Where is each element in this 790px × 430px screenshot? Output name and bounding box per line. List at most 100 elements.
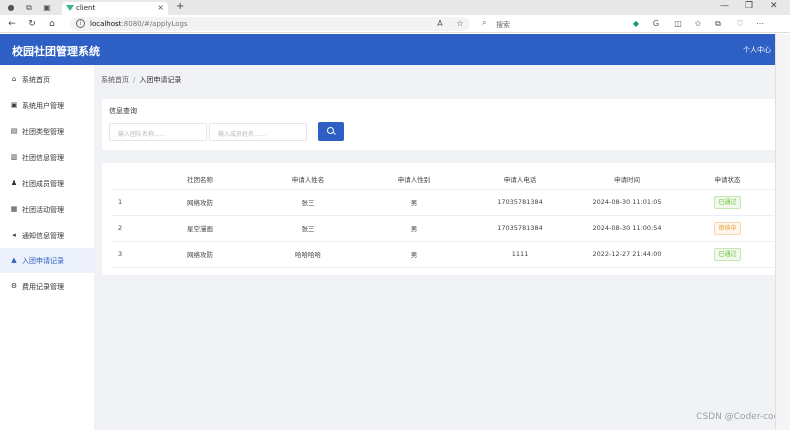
query-title: 信息查询: [109, 107, 137, 115]
collections-icon[interactable]: ⧉: [712, 18, 724, 30]
workspaces-icon[interactable]: ⧉: [24, 3, 34, 12]
home-button-icon[interactable]: ⌂: [46, 18, 58, 30]
site-info-icon[interactable]: i: [76, 19, 85, 28]
page-scrollbar[interactable]: [775, 34, 790, 430]
sidebar-item-club-types[interactable]: ▤ 社团类型管理: [0, 119, 94, 144]
sidebar-item-label: 社团类型管理: [22, 128, 64, 136]
app-header: 校园社团管理系统 个人中心: [0, 34, 775, 65]
sidebar-item-fees[interactable]: ⚙ 费用记录管理: [0, 274, 94, 299]
search-button[interactable]: [318, 122, 344, 141]
maximize-button[interactable]: ❐: [745, 1, 753, 11]
browser-tab[interactable]: client ×: [62, 2, 168, 15]
main-content: 系统首页 / 入团申请记录 信息查询 输入团队名称…… 输入成员姓名…… 社团名称 …: [94, 65, 790, 430]
tab-title: client: [76, 4, 96, 12]
sidebar-item-label: 入团申请记录: [22, 257, 64, 265]
home-icon: ⌂: [11, 75, 17, 83]
club-name-input[interactable]: 输入团队名称……: [109, 123, 207, 141]
cell-name: 哈哈哈哈: [255, 241, 361, 268]
type-icon: ▤: [10, 127, 18, 135]
sidebar-item-users[interactable]: ▣ 系统用户管理: [0, 93, 94, 118]
cell-time: 2022-12-27 21:44:00: [573, 241, 681, 268]
user-center-link[interactable]: 个人中心: [743, 45, 771, 55]
activity-icon: ▦: [10, 205, 18, 213]
back-icon[interactable]: ←: [6, 18, 18, 30]
query-card: 信息查询 输入团队名称…… 输入成员姓名……: [102, 99, 783, 150]
cell-phone: 17035781384: [467, 189, 573, 216]
notice-icon: ◂: [12, 231, 16, 239]
search-icon: ⌕: [482, 18, 487, 27]
status-badge: 审核中: [714, 221, 741, 235]
browser-tab-strip: ● ⧉ ▣ client × + — ❐ ✕: [0, 0, 790, 15]
breadcrumb: 系统首页 / 入团申请记录: [101, 75, 181, 85]
col-header-gender: 申请人性别: [361, 169, 467, 190]
refresh-icon[interactable]: ↻: [26, 18, 38, 30]
table-row[interactable]: 3 网络攻防 哈哈哈哈 男 1111 2022-12-27 21:44:00 已…: [111, 241, 774, 268]
sidebar-item-label: 系统用户管理: [22, 102, 64, 110]
tab-close-icon[interactable]: ×: [157, 3, 164, 12]
sidebar-item-applications[interactable]: ▲ 入团申请记录: [0, 248, 94, 273]
address-bar[interactable]: i localhost:8080/#/applyLogs: [70, 17, 470, 31]
breadcrumb-separator: /: [133, 76, 136, 84]
sidebar-item-activities[interactable]: ▦ 社团活动管理: [0, 197, 94, 222]
applicant-name-input[interactable]: 输入成员姓名……: [209, 123, 307, 141]
user-admin-icon: ▣: [10, 101, 18, 109]
col-header-club: 社团名称: [145, 169, 255, 190]
sidebar-item-label: 费用记录管理: [22, 283, 64, 291]
close-window-button[interactable]: ✕: [770, 1, 778, 11]
watermark: CSDN @Coder-coco: [696, 412, 784, 422]
cell-status: 审核中: [681, 215, 774, 242]
breadcrumb-current: 入团申请记录: [139, 76, 182, 84]
minimize-button[interactable]: —: [720, 1, 729, 11]
sidebar-item-club-info[interactable]: ▥ 社团信息管理: [0, 145, 94, 170]
cell-phone: 1111: [467, 241, 573, 268]
favorite-star-icon[interactable]: ☆: [454, 18, 466, 30]
table-row[interactable]: 1 网络攻防 张三 男 17035781384 2024-08-30 11:01…: [111, 189, 774, 216]
col-header-phone: 申请人电话: [467, 169, 573, 190]
sidebar-item-label: 通知信息管理: [22, 232, 64, 240]
search-placeholder: 搜索: [496, 21, 510, 29]
url-text[interactable]: localhost:8080/#/applyLogs: [90, 20, 188, 28]
read-aloud-icon[interactable]: A: [434, 18, 446, 30]
sidebar-item-members[interactable]: ♟ 社团成员管理: [0, 171, 94, 196]
sidebar-item-label: 社团活动管理: [22, 206, 64, 214]
cell-index: 3: [111, 241, 145, 268]
cell-gender: 男: [361, 189, 467, 216]
col-header-index: [111, 169, 145, 190]
status-badge: 已通过: [714, 195, 741, 209]
cell-status: 已通过: [681, 241, 774, 268]
app-title: 校园社团管理系统: [12, 45, 100, 58]
breadcrumb-home[interactable]: 系统首页: [101, 76, 129, 84]
tab-actions-icon[interactable]: ▣: [42, 3, 52, 12]
col-header-time: 申请时间: [573, 169, 681, 190]
table-row[interactable]: 2 星空漫画 张三 男 17035781384 2024-08-30 11:00…: [111, 215, 774, 242]
apply-icon: ▲: [11, 256, 17, 264]
cell-gender: 男: [361, 215, 467, 242]
info-icon: ▥: [10, 153, 18, 161]
col-header-status: 申请状态: [681, 169, 774, 190]
browser-search-box[interactable]: ⌕ 搜索: [478, 17, 608, 31]
sidebar: ⌂ 系统首页 ▣ 系统用户管理 ▤ 社团类型管理 ▥ 社团信息管理 ♟ 社团成员…: [0, 65, 94, 430]
cell-name: 张三: [255, 215, 361, 242]
cell-time: 2024-08-30 11:01:05: [573, 189, 681, 216]
new-tab-button[interactable]: +: [176, 1, 184, 12]
favorites-icon[interactable]: ✩: [692, 18, 704, 30]
applicant-name-placeholder: 输入成员姓名……: [218, 131, 267, 138]
extension-g-icon[interactable]: G: [650, 18, 662, 30]
shield-extension-icon[interactable]: ◆: [630, 18, 642, 30]
sidebar-item-label: 社团成员管理: [22, 180, 64, 188]
cell-club: 网络攻防: [145, 189, 255, 216]
sidebar-item-notices[interactable]: ◂ 通知信息管理: [0, 223, 94, 248]
split-screen-icon[interactable]: ◫: [672, 18, 684, 30]
browser-toolbar: ← ↻ ⌂ i localhost:8080/#/applyLogs A ☆ ⌕…: [0, 15, 790, 33]
sidebar-item-home[interactable]: ⌂ 系统首页: [0, 67, 94, 92]
cell-index: 1: [111, 189, 145, 216]
cell-gender: 男: [361, 241, 467, 268]
club-name-placeholder: 输入团队名称……: [118, 131, 167, 138]
records-card: 社团名称 申请人姓名 申请人性别 申请人电话 申请时间 申请状态 1 网络攻防 …: [102, 163, 783, 275]
sidebar-item-label: 社团信息管理: [22, 154, 64, 162]
sidebar-item-label: 系统首页: [22, 76, 50, 84]
performance-icon[interactable]: ♡: [734, 18, 746, 30]
profile-icon[interactable]: ●: [6, 3, 16, 12]
col-header-name: 申请人姓名: [255, 169, 361, 190]
settings-more-icon[interactable]: ⋯: [754, 18, 766, 30]
